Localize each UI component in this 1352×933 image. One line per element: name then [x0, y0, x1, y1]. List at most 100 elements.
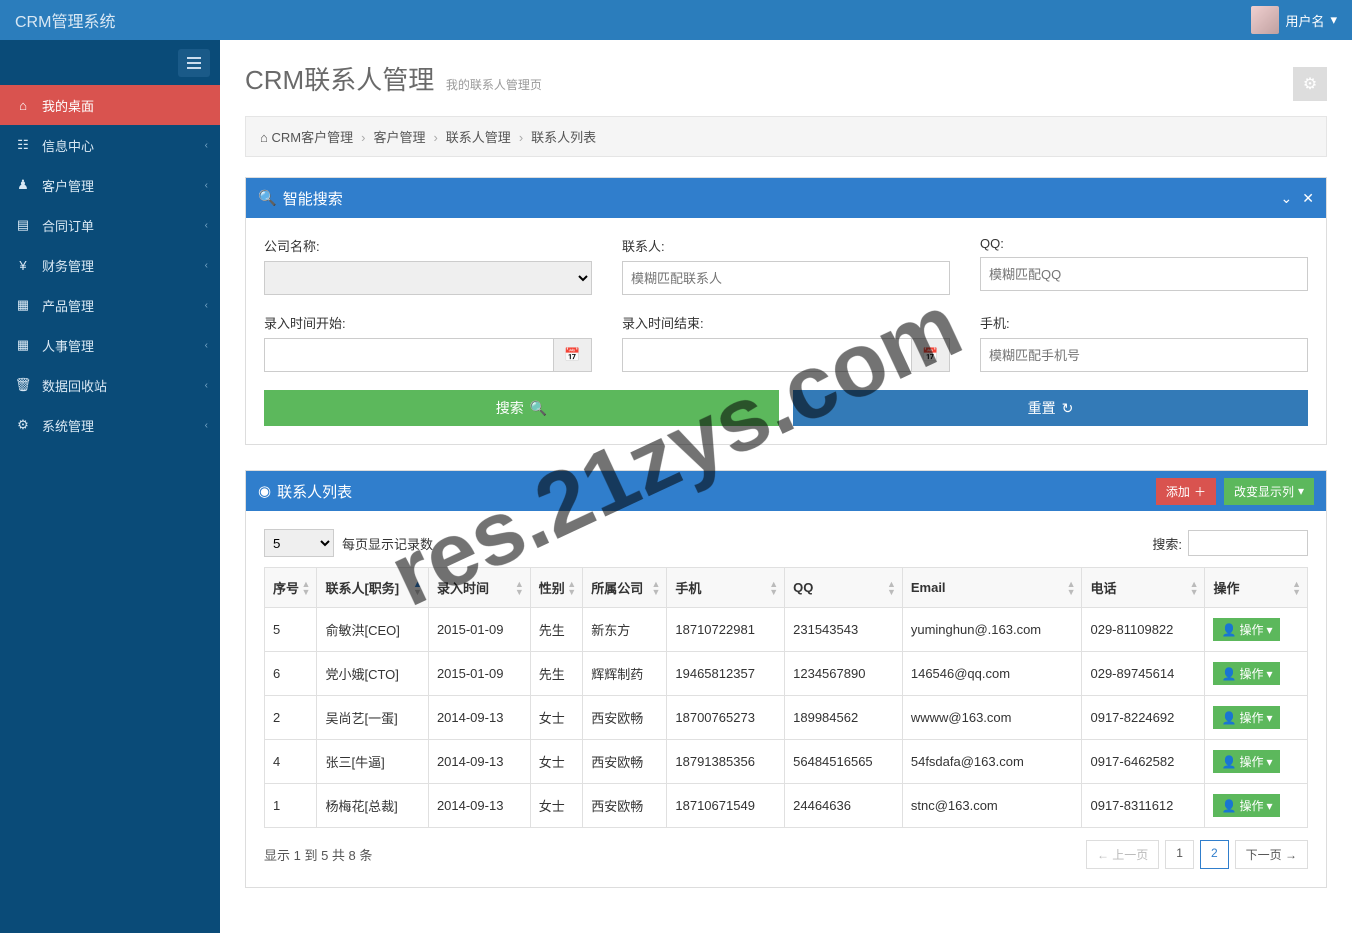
table-cell: 6	[265, 652, 317, 696]
pager-next[interactable]: 下一页 →	[1235, 840, 1308, 869]
mobile-label: 手机:	[980, 313, 1308, 332]
table-cell: 俞敏洪[CEO]	[317, 608, 428, 652]
table-cell: 2014-09-13	[428, 784, 530, 828]
chevron-left-icon: ‹	[205, 300, 208, 311]
sidebar-item-3[interactable]: ▤ 合同订单 ‹	[0, 205, 220, 245]
column-header[interactable]: 录入时间▲▼	[428, 568, 530, 608]
user-icon: 👤	[1221, 755, 1236, 769]
column-header[interactable]: 联系人[职务]▲▼	[317, 568, 428, 608]
nav-label: 数据回收站	[42, 376, 107, 395]
sidebar-toggle[interactable]	[178, 49, 210, 77]
start-date-input[interactable]	[264, 338, 554, 372]
table-cell: 新东方	[583, 608, 667, 652]
column-header[interactable]: 性别▲▼	[530, 568, 582, 608]
page-size-select[interactable]: 5	[264, 529, 334, 557]
table-cell: 西安欧畅	[583, 696, 667, 740]
table-cell: wwww@163.com	[902, 696, 1082, 740]
table-search-input[interactable]	[1188, 530, 1308, 556]
sort-icon: ▲▼	[1190, 580, 1199, 596]
table-cell: 189984562	[785, 696, 903, 740]
list-panel: ◉ 联系人列表 添加＋ 改变显示列▾ 5 每页显示记录数	[245, 470, 1327, 888]
row-action-button[interactable]: 👤操作▾	[1213, 750, 1280, 773]
user-menu[interactable]: 用户名 ▾	[1251, 6, 1337, 34]
chevron-left-icon: ‹	[205, 380, 208, 391]
sidebar-item-8[interactable]: ⚙系统管理‹	[0, 405, 220, 445]
breadcrumb-item[interactable]: 联系人管理	[446, 130, 511, 145]
chevron-left-icon: ‹	[205, 340, 208, 351]
table-cell: 18710722981	[667, 608, 785, 652]
column-header[interactable]: 所属公司▲▼	[583, 568, 667, 608]
table-row: 5俞敏洪[CEO]2015-01-09先生新东方1871072298123154…	[265, 608, 1308, 652]
column-header[interactable]: 操作▲▼	[1205, 568, 1308, 608]
table-cell: 2015-01-09	[428, 652, 530, 696]
table-cell: 1	[265, 784, 317, 828]
sidebar-item-6[interactable]: ▦人事管理‹	[0, 325, 220, 365]
breadcrumb-item[interactable]: 客户管理	[373, 130, 425, 145]
breadcrumb-item[interactable]: CRM客户管理	[271, 130, 353, 145]
table-cell: 辉辉制药	[583, 652, 667, 696]
table-cell: 2014-09-13	[428, 696, 530, 740]
column-header[interactable]: 序号▲▼	[265, 568, 317, 608]
column-header[interactable]: 手机▲▼	[667, 568, 785, 608]
collapse-icon[interactable]: ⌄	[1281, 190, 1293, 207]
sidebar-item-7[interactable]: 🗑数据回收站‹	[0, 365, 220, 405]
table-cell: 1234567890	[785, 652, 903, 696]
qq-input[interactable]	[980, 257, 1308, 291]
brand: CRM管理系统	[15, 8, 115, 32]
reset-button[interactable]: 重置↻	[793, 390, 1308, 426]
breadcrumb: ⌂ CRM客户管理›客户管理›联系人管理›联系人列表	[245, 116, 1327, 157]
search-button[interactable]: 搜索🔍	[264, 390, 779, 426]
sidebar-item-5[interactable]: ▦产品管理‹	[0, 285, 220, 325]
table-cell: 2	[265, 696, 317, 740]
settings-button[interactable]: ⚙	[1293, 67, 1327, 101]
table-cell: 女士	[530, 740, 582, 784]
table-cell: 24464636	[785, 784, 903, 828]
company-label: 公司名称:	[264, 236, 592, 255]
sidebar-item-0[interactable]: ⌂我的桌面	[0, 85, 220, 125]
column-header[interactable]: Email▲▼	[902, 568, 1082, 608]
table-cell: 0917-8224692	[1082, 696, 1205, 740]
user-icon: 👤	[1221, 799, 1236, 813]
chevron-left-icon: ‹	[205, 260, 208, 271]
calendar-icon[interactable]: 📅	[912, 338, 950, 372]
row-action-button[interactable]: 👤操作▾	[1213, 618, 1280, 641]
close-icon[interactable]: ✕	[1302, 190, 1314, 207]
nav-label: 产品管理	[42, 296, 94, 315]
start-date-label: 录入时间开始:	[264, 313, 592, 332]
chevron-left-icon: ‹	[205, 220, 208, 231]
list-panel-title: 联系人列表	[277, 481, 352, 502]
row-action-button[interactable]: 👤操作▾	[1213, 794, 1280, 817]
nav-icon: ▤	[14, 217, 32, 233]
nav-label: 系统管理	[42, 416, 94, 435]
table-cell: yuminghun@.163.com	[902, 608, 1082, 652]
pager-page[interactable]: 2	[1200, 840, 1229, 869]
mobile-input[interactable]	[980, 338, 1308, 372]
avatar	[1251, 6, 1279, 34]
pager-page[interactable]: 1	[1165, 840, 1194, 869]
nav-icon: ☷	[14, 137, 32, 153]
end-date-input[interactable]	[622, 338, 912, 372]
column-header[interactable]: 电话▲▼	[1082, 568, 1205, 608]
contact-input[interactable]	[622, 261, 950, 295]
nav-label: 合同订单	[42, 216, 94, 235]
row-action-button[interactable]: 👤操作▾	[1213, 706, 1280, 729]
plus-icon: ＋	[1194, 483, 1206, 500]
sort-icon: ▲▼	[413, 580, 422, 596]
table-cell: 张三[牛逼]	[317, 740, 428, 784]
columns-button[interactable]: 改变显示列▾	[1224, 478, 1314, 505]
calendar-icon[interactable]: 📅	[554, 338, 592, 372]
chevron-down-icon: ▾	[1266, 711, 1272, 725]
sidebar-item-4[interactable]: ¥财务管理‹	[0, 245, 220, 285]
table-cell: 0917-8311612	[1082, 784, 1205, 828]
row-action-button[interactable]: 👤操作▾	[1213, 662, 1280, 685]
sort-icon: ▲▼	[567, 580, 576, 596]
add-button[interactable]: 添加＋	[1156, 478, 1216, 505]
company-select[interactable]	[264, 261, 592, 295]
breadcrumb-item[interactable]: 联系人列表	[531, 130, 596, 145]
pager-prev[interactable]: ← 上一页	[1086, 840, 1159, 869]
column-header[interactable]: QQ▲▼	[785, 568, 903, 608]
table-cell: 先生	[530, 608, 582, 652]
sidebar-item-2[interactable]: ♟客户管理‹	[0, 165, 220, 205]
page-title: CRM联系人管理	[245, 65, 434, 95]
sidebar-item-1[interactable]: ☷信息中心‹	[0, 125, 220, 165]
